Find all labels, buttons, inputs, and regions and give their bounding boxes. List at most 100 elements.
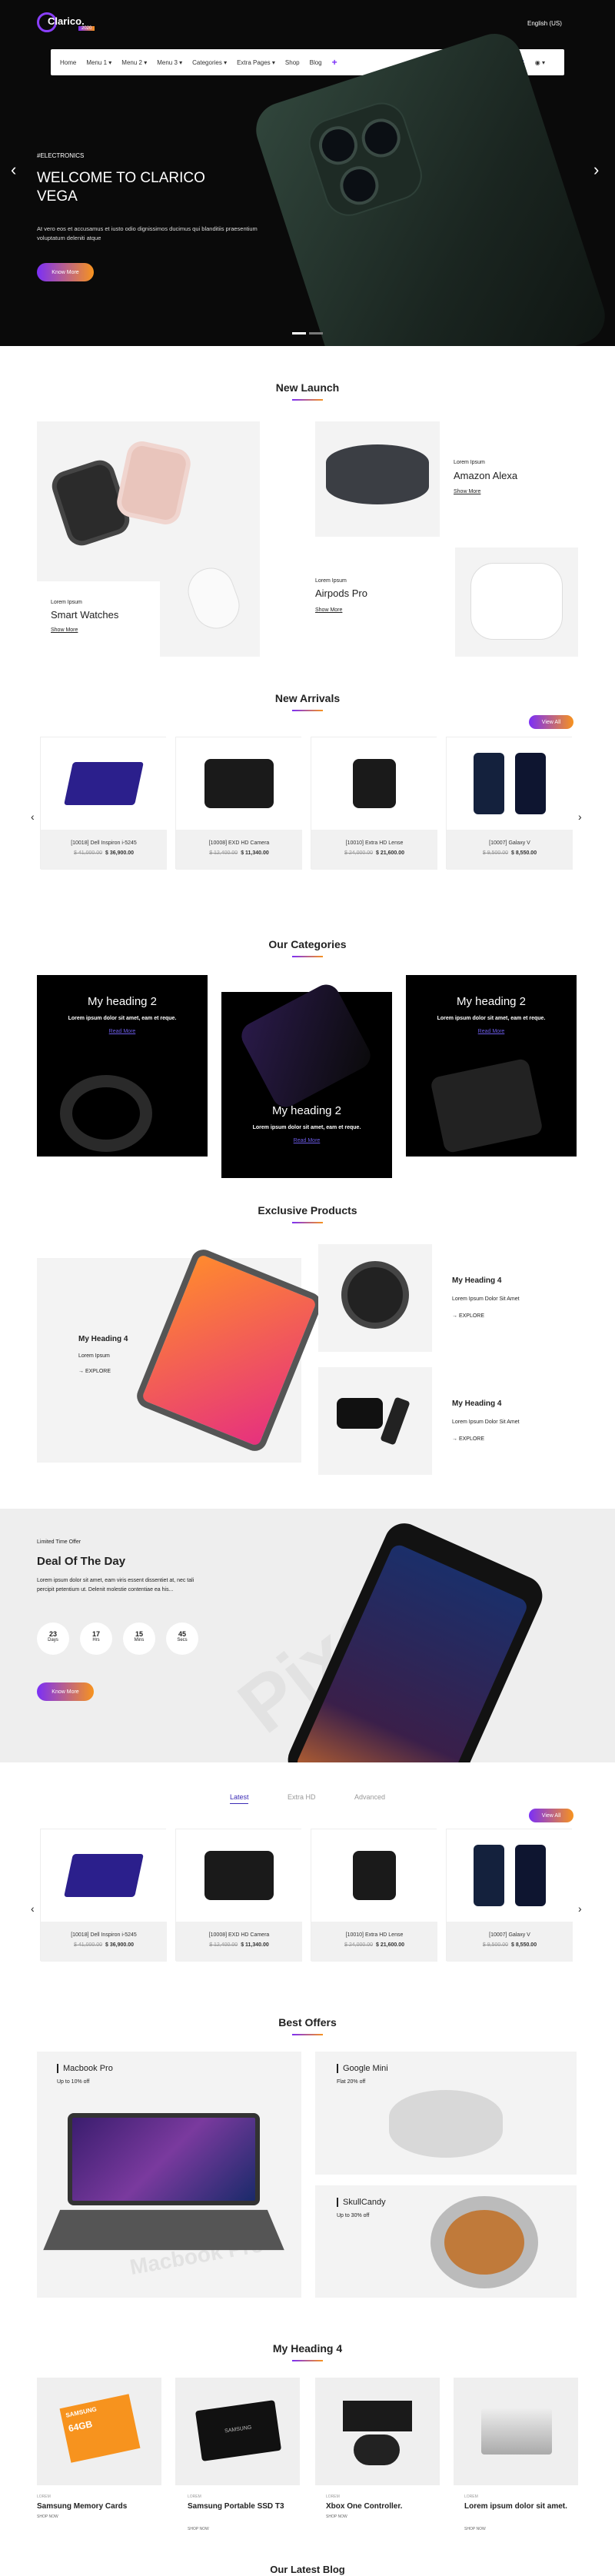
product-card[interactable]: [10007] Galaxy V $ 9,500.00 $ 8,550.00 (446, 1829, 573, 1962)
category-read-more[interactable]: Read More (221, 1138, 392, 1143)
launch-airpods-case-card[interactable] (455, 547, 578, 657)
nav-more-icon[interactable]: + (332, 57, 337, 68)
item-xbox-image[interactable] (315, 2378, 440, 2485)
tabs-next-arrow[interactable]: › (578, 1902, 582, 1915)
new-arrivals-view-all[interactable]: View All (529, 715, 573, 729)
nav-shop[interactable]: Shop (285, 59, 300, 66)
offer-skullcandy-card[interactable]: SkullCandy Up to 30% off (315, 2185, 577, 2298)
category-heading: My heading 2 (271, 1104, 342, 1117)
hero-dot[interactable] (309, 332, 323, 334)
nav-menu-3[interactable]: Menu 3 ▾ (157, 59, 182, 66)
offer-macbook-card[interactable]: Macbook Pro Macbook Pro Up to 10% off (37, 2052, 301, 2298)
product-name[interactable]: [10018] Dell Inspiron i-5245 (41, 1932, 167, 1938)
product-card[interactable]: [10007] Galaxy V $ 9,500.00 $ 8,550.00 (446, 737, 573, 870)
product-card[interactable]: [10010] Extra HD Lense $ 24,000.00 $ 21,60… (311, 737, 437, 870)
item-shop-now[interactable]: SHOP NOW (37, 2514, 58, 2519)
launch-airpods-small: Lorem Ipsum (315, 578, 347, 584)
hero-title: WELCOME TO CLARICO VEGA (37, 170, 205, 205)
hero-prev-arrow[interactable]: ‹ (11, 160, 16, 180)
product-name[interactable]: [10010] Extra HD Lense (311, 840, 437, 846)
exclusive-appletv-card[interactable] (318, 1367, 432, 1475)
launch-alexa-small: Lorem Ipsum (454, 460, 485, 465)
product-name[interactable]: [10007] Galaxy V (447, 840, 573, 846)
category-read-more[interactable]: Read More (37, 1029, 208, 1034)
tab-advanced[interactable]: Advanced (354, 1793, 385, 1801)
phone-image (474, 1845, 504, 1906)
item-shop-now[interactable]: SHOP NOW (188, 2527, 209, 2531)
nav-extra-pages[interactable]: Extra Pages ▾ (237, 59, 275, 66)
exclusive-sub: Lorem Ipsum Dolor Sit Amet (452, 1296, 520, 1302)
product-card[interactable]: [10018] Dell Inspiron i-5245 $ 41,000.00 $… (40, 1829, 167, 1962)
hero-dot-active[interactable] (292, 332, 306, 334)
headphones-image (60, 1075, 152, 1152)
tabs-view-all[interactable]: View All (529, 1809, 573, 1822)
nav-menu-2[interactable]: Menu 2 ▾ (121, 59, 147, 66)
tab-latest[interactable]: Latest (229, 1793, 249, 1804)
new-arrivals-title: New Arrivals (0, 692, 615, 711)
exclusive-watch-card[interactable] (318, 1244, 432, 1352)
product-name[interactable]: [10007] Galaxy V (447, 1932, 573, 1938)
product-card[interactable]: [10010] Extra HD Lense $ 24,000.00 $ 21,60… (311, 1829, 437, 1962)
exclusive-explore[interactable]: → EXPLORE (452, 1313, 484, 1319)
product-name[interactable]: [10008] EXD HD Camera (176, 840, 302, 846)
exclusive-heading: My Heading 4 (452, 1276, 502, 1285)
launch-show-more[interactable]: Show More (51, 627, 78, 633)
launch-alexa-show-more[interactable]: Show More (454, 489, 480, 494)
hero-next-arrow[interactable]: › (593, 160, 599, 180)
offer-name: SkullCandy (337, 2198, 386, 2207)
offer-discount: Up to 30% off (337, 2213, 370, 2218)
product-name[interactable]: [10018] Dell Inspiron i-5245 (41, 840, 167, 846)
google-mini-image (389, 2090, 503, 2158)
countdown-hours: 17 Hrs (80, 1622, 112, 1655)
item-shop-now[interactable]: SHOP NOW (326, 2514, 347, 2519)
launch-airpods-show-more[interactable]: Show More (315, 607, 342, 613)
category-box[interactable]: My heading 2 Lorem ipsum dolor sit amet,… (221, 980, 392, 1178)
deal-section: Pixel Limited Time Offer Deal Of The Day… (0, 1509, 615, 1762)
arrivals-prev-arrow[interactable]: ‹ (31, 810, 35, 823)
item-memory-card-image[interactable]: SAMSUNG 64GB (37, 2378, 161, 2485)
product-name[interactable]: [10010] Extra HD Lense (311, 1932, 437, 1938)
nav-home[interactable]: Home (60, 59, 76, 66)
deal-tag: Limited Time Offer (37, 1539, 81, 1545)
item-name[interactable]: Samsung Memory Cards (37, 2502, 127, 2511)
user-icon[interactable]: ◉ ▾ (535, 59, 545, 66)
language-selector[interactable]: English (US) (527, 20, 562, 27)
product-name[interactable]: [10008] EXD HD Camera (176, 1932, 302, 1938)
exclusive-explore[interactable]: → EXPLORE (78, 1369, 111, 1374)
item-shop-now[interactable]: SHOP NOW (464, 2527, 486, 2531)
nav-categories[interactable]: Categories ▾ (192, 59, 227, 66)
offer-google-mini-card[interactable]: Google Mini Flat 20% off (315, 2052, 577, 2175)
laptop-image (64, 1854, 144, 1897)
exclusive-big-card[interactable]: My Heading 4 Lorem Ipsum → EXPLORE (37, 1246, 325, 1463)
product-tabs: Latest Extra HD Advanced (0, 1793, 615, 1804)
launch-watch-card[interactable]: Lorem Ipsum Smart Watches Show More (37, 421, 260, 657)
arrivals-next-arrow[interactable]: › (578, 810, 582, 823)
item-ssd-image[interactable]: SAMSUNG (175, 2378, 300, 2485)
item-name[interactable]: Xbox One Controller. (326, 2502, 402, 2511)
tab-extra-hd[interactable]: Extra HD (288, 1793, 316, 1801)
product-card[interactable]: [10008] EXD HD Camera $ 12,400.00 $ 11,340… (175, 737, 302, 870)
countdown-minutes: 15 Mins (123, 1622, 155, 1655)
item-small: LOREM (464, 2494, 478, 2499)
exclusive-explore[interactable]: → EXPLORE (452, 1436, 484, 1442)
launch-airpods-name: Airpods Pro (315, 587, 367, 599)
exclusive-title: Exclusive Products (0, 1204, 615, 1223)
item-name[interactable]: Lorem ipsum dolor sit amet. (464, 2502, 572, 2511)
nav-menu-1[interactable]: Menu 1 ▾ (86, 59, 111, 66)
hero-know-more-button[interactable]: Know More (37, 263, 94, 281)
categories-title: Our Categories (0, 938, 615, 957)
nav-blog[interactable]: Blog (310, 59, 322, 66)
item-drive-image[interactable] (454, 2378, 578, 2485)
tabs-prev-arrow[interactable]: ‹ (31, 1902, 35, 1915)
category-box[interactable]: My heading 2 Lorem ipsum dolor sit amet,… (406, 975, 577, 1157)
product-card[interactable]: [10018] Dell Inspiron i-5245 $ 41,000.00 $… (40, 737, 167, 870)
item-name[interactable]: Samsung Portable SSD T3 (188, 2502, 288, 2511)
headphones-image (430, 2196, 538, 2288)
logo-text[interactable]: Clarico. (48, 15, 85, 27)
deal-know-more-button[interactable]: Know More (37, 1682, 94, 1701)
laptop-image (64, 762, 144, 805)
category-read-more[interactable]: Read More (406, 1029, 577, 1034)
product-card[interactable]: [10008] EXD HD Camera $ 12,400.00 $ 11,340… (175, 1829, 302, 1962)
category-box[interactable]: My heading 2 Lorem ipsum dolor sit amet,… (37, 975, 208, 1157)
launch-alexa-card[interactable] (315, 421, 440, 537)
